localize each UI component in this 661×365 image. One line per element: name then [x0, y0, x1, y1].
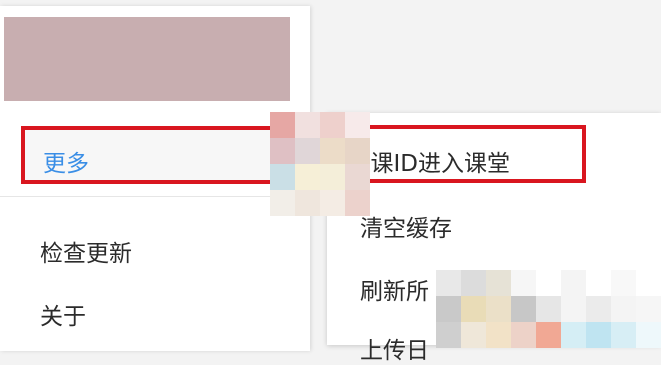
- submenu-item-clear-cache[interactable]: 清空缓存: [360, 209, 452, 243]
- submenu-item-upload-log[interactable]: 上传日: [360, 331, 429, 365]
- user-banner[interactable]: [4, 17, 290, 101]
- menu-divider: [0, 196, 310, 197]
- menu-item-more[interactable]: 更多: [21, 126, 301, 184]
- submenu-item-refresh-all[interactable]: 刷新所: [360, 272, 429, 306]
- submenu-item-enter-class[interactable]: ⅱ课ID进入课堂: [360, 144, 510, 178]
- menu-item-more-label: 更多: [43, 151, 89, 177]
- menu-item-about[interactable]: 关于: [40, 297, 86, 331]
- mosaic-blur-top: [270, 112, 370, 216]
- mosaic-blur-bottom: [436, 270, 661, 348]
- menu-item-check-update[interactable]: 检查更新: [40, 234, 132, 268]
